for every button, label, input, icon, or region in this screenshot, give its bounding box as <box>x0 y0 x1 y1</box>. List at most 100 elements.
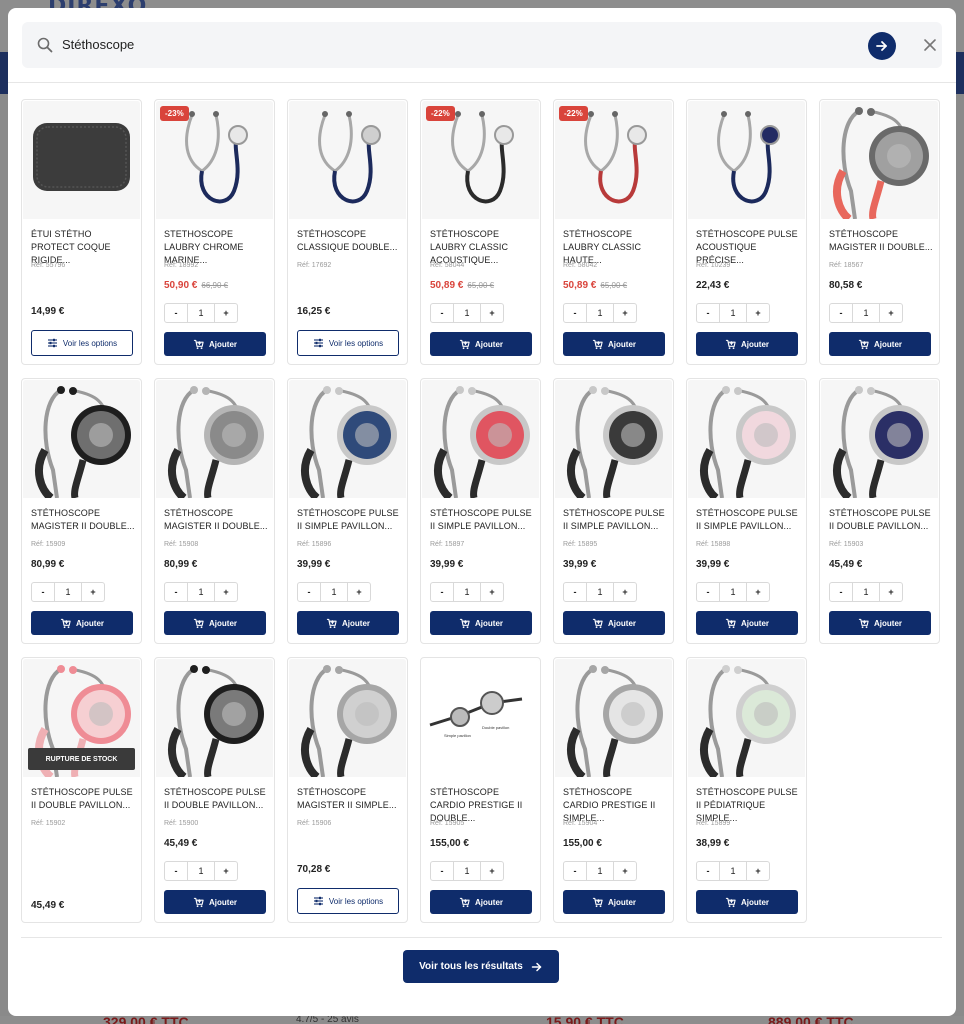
add-to-cart-button[interactable]: Ajouter <box>696 611 798 635</box>
decrement-button[interactable]: - <box>830 304 852 322</box>
decrement-button[interactable]: - <box>830 583 852 601</box>
quantity-value[interactable]: 1 <box>586 583 614 601</box>
view-options-button[interactable]: Voir les options <box>297 888 399 914</box>
product-title[interactable]: STÉTHOSCOPE PULSE II SIMPLE PAVILLON... <box>297 507 403 533</box>
product-title[interactable]: STÉTHOSCOPE CLASSIQUE DOUBLE... <box>297 228 403 254</box>
decrement-button[interactable]: - <box>564 583 586 601</box>
product-image[interactable] <box>688 380 805 498</box>
product-image[interactable] <box>23 101 140 219</box>
view-options-button[interactable]: Voir les options <box>297 330 399 356</box>
product-card[interactable]: STÉTHOSCOPE PULSE II DOUBLE PAVILLON... R… <box>154 657 275 923</box>
increment-button[interactable]: + <box>614 304 636 322</box>
quantity-value[interactable]: 1 <box>187 862 215 880</box>
increment-button[interactable]: + <box>215 583 237 601</box>
product-title[interactable]: STÉTHOSCOPE MAGISTER II DOUBLE... <box>164 507 270 533</box>
product-card[interactable]: Double pavillon Simple pavillon STÉTHOSCOP… <box>420 657 541 923</box>
product-image[interactable] <box>688 659 805 777</box>
increment-button[interactable]: + <box>481 583 503 601</box>
product-card[interactable]: STÉTHOSCOPE MAGISTER II SIMPLE... Réf: 15… <box>287 657 408 923</box>
decrement-button[interactable]: - <box>697 304 719 322</box>
product-card[interactable]: STÉTHOSCOPE PULSE II PÉDIATRIQUE SIMPLE.… <box>686 657 807 923</box>
product-image[interactable] <box>156 659 273 777</box>
product-image[interactable] <box>156 380 273 498</box>
add-to-cart-button[interactable]: Ajouter <box>430 890 532 914</box>
increment-button[interactable]: + <box>747 304 769 322</box>
product-card[interactable]: -22% STÉTHOSCOPE LAUBRY CLASSIC HAUTE... R… <box>553 99 674 365</box>
increment-button[interactable]: + <box>614 583 636 601</box>
decrement-button[interactable]: - <box>564 862 586 880</box>
increment-button[interactable]: + <box>481 862 503 880</box>
product-image[interactable] <box>821 380 938 498</box>
decrement-button[interactable]: - <box>32 583 54 601</box>
decrement-button[interactable]: - <box>165 583 187 601</box>
increment-button[interactable]: + <box>215 304 237 322</box>
product-title[interactable]: STÉTHOSCOPE PULSE II DOUBLE PAVILLON... <box>31 786 137 812</box>
product-title[interactable]: STÉTHOSCOPE MAGISTER II SIMPLE... <box>297 786 403 812</box>
product-card[interactable]: STÉTHOSCOPE MAGISTER II DOUBLE... Réf: 15… <box>154 378 275 644</box>
product-card[interactable]: STÉTHOSCOPE CLASSIQUE DOUBLE... Réf: 1769… <box>287 99 408 365</box>
product-title[interactable]: STÉTHOSCOPE MAGISTER II DOUBLE... <box>829 228 935 254</box>
product-card[interactable]: -23% STETHOSCOPE LAUBRY CHROME MARINE... R… <box>154 99 275 365</box>
product-card[interactable]: STÉTHOSCOPE PULSE II SIMPLE PAVILLON... R… <box>287 378 408 644</box>
add-to-cart-button[interactable]: Ajouter <box>696 332 798 356</box>
increment-button[interactable]: + <box>82 583 104 601</box>
decrement-button[interactable]: - <box>431 583 453 601</box>
quantity-value[interactable]: 1 <box>719 304 747 322</box>
quantity-value[interactable]: 1 <box>719 583 747 601</box>
quantity-value[interactable]: 1 <box>187 304 215 322</box>
quantity-value[interactable]: 1 <box>453 304 481 322</box>
decrement-button[interactable]: - <box>431 304 453 322</box>
increment-button[interactable]: + <box>215 862 237 880</box>
product-card[interactable]: STÉTHOSCOPE PULSE ACOUSTIQUE PRÉCISE... R… <box>686 99 807 365</box>
quantity-value[interactable]: 1 <box>852 304 880 322</box>
product-title[interactable]: STÉTHOSCOPE PULSE II SIMPLE PAVILLON... <box>696 507 802 533</box>
add-to-cart-button[interactable]: Ajouter <box>563 611 665 635</box>
product-title[interactable]: STÉTHOSCOPE PULSE II SIMPLE PAVILLON... <box>563 507 669 533</box>
add-to-cart-button[interactable]: Ajouter <box>430 332 532 356</box>
increment-button[interactable]: + <box>880 583 902 601</box>
decrement-button[interactable]: - <box>697 862 719 880</box>
add-to-cart-button[interactable]: Ajouter <box>164 611 266 635</box>
increment-button[interactable]: + <box>348 583 370 601</box>
decrement-button[interactable]: - <box>165 862 187 880</box>
product-card[interactable]: STÉTHOSCOPE PULSE II SIMPLE PAVILLON... R… <box>686 378 807 644</box>
product-image[interactable] <box>422 380 539 498</box>
quantity-value[interactable]: 1 <box>586 304 614 322</box>
increment-button[interactable]: + <box>747 583 769 601</box>
product-image[interactable] <box>821 101 938 219</box>
product-image[interactable] <box>688 101 805 219</box>
product-image[interactable] <box>289 101 406 219</box>
quantity-value[interactable]: 1 <box>453 862 481 880</box>
add-to-cart-button[interactable]: Ajouter <box>829 332 931 356</box>
product-card[interactable]: STÉTHOSCOPE PULSE II DOUBLE PAVILLON... R… <box>819 378 940 644</box>
product-card[interactable]: ÉTUI STÉTHO PROTECT COQUE RIGIDE... Réf: … <box>21 99 142 365</box>
product-card[interactable]: STÉTHOSCOPE MAGISTER II DOUBLE... Réf: 18… <box>819 99 940 365</box>
decrement-button[interactable]: - <box>697 583 719 601</box>
quantity-value[interactable]: 1 <box>586 862 614 880</box>
product-title[interactable]: STÉTHOSCOPE PULSE II DOUBLE PAVILLON... <box>829 507 935 533</box>
product-card[interactable]: STÉTHOSCOPE MAGISTER II DOUBLE... Réf: 15… <box>21 378 142 644</box>
add-to-cart-button[interactable]: Ajouter <box>829 611 931 635</box>
quantity-value[interactable]: 1 <box>453 583 481 601</box>
add-to-cart-button[interactable]: Ajouter <box>297 611 399 635</box>
product-title[interactable]: STÉTHOSCOPE PULSE II DOUBLE PAVILLON... <box>164 786 270 812</box>
add-to-cart-button[interactable]: Ajouter <box>164 890 266 914</box>
product-image[interactable] <box>555 380 672 498</box>
add-to-cart-button[interactable]: Ajouter <box>563 890 665 914</box>
increment-button[interactable]: + <box>880 304 902 322</box>
add-to-cart-button[interactable]: Ajouter <box>164 332 266 356</box>
close-button[interactable] <box>920 35 940 55</box>
product-image[interactable]: Double pavillon Simple pavillon <box>422 659 539 777</box>
view-options-button[interactable]: Voir les options <box>31 330 133 356</box>
product-image[interactable] <box>555 659 672 777</box>
decrement-button[interactable]: - <box>564 304 586 322</box>
product-image[interactable] <box>23 380 140 498</box>
add-to-cart-button[interactable]: Ajouter <box>696 890 798 914</box>
quantity-value[interactable]: 1 <box>852 583 880 601</box>
add-to-cart-button[interactable]: Ajouter <box>563 332 665 356</box>
product-title[interactable]: STÉTHOSCOPE MAGISTER II DOUBLE... <box>31 507 137 533</box>
quantity-value[interactable]: 1 <box>320 583 348 601</box>
search-submit-button[interactable] <box>868 32 896 60</box>
product-title[interactable]: STÉTHOSCOPE PULSE II SIMPLE PAVILLON... <box>430 507 536 533</box>
add-to-cart-button[interactable]: Ajouter <box>31 611 133 635</box>
